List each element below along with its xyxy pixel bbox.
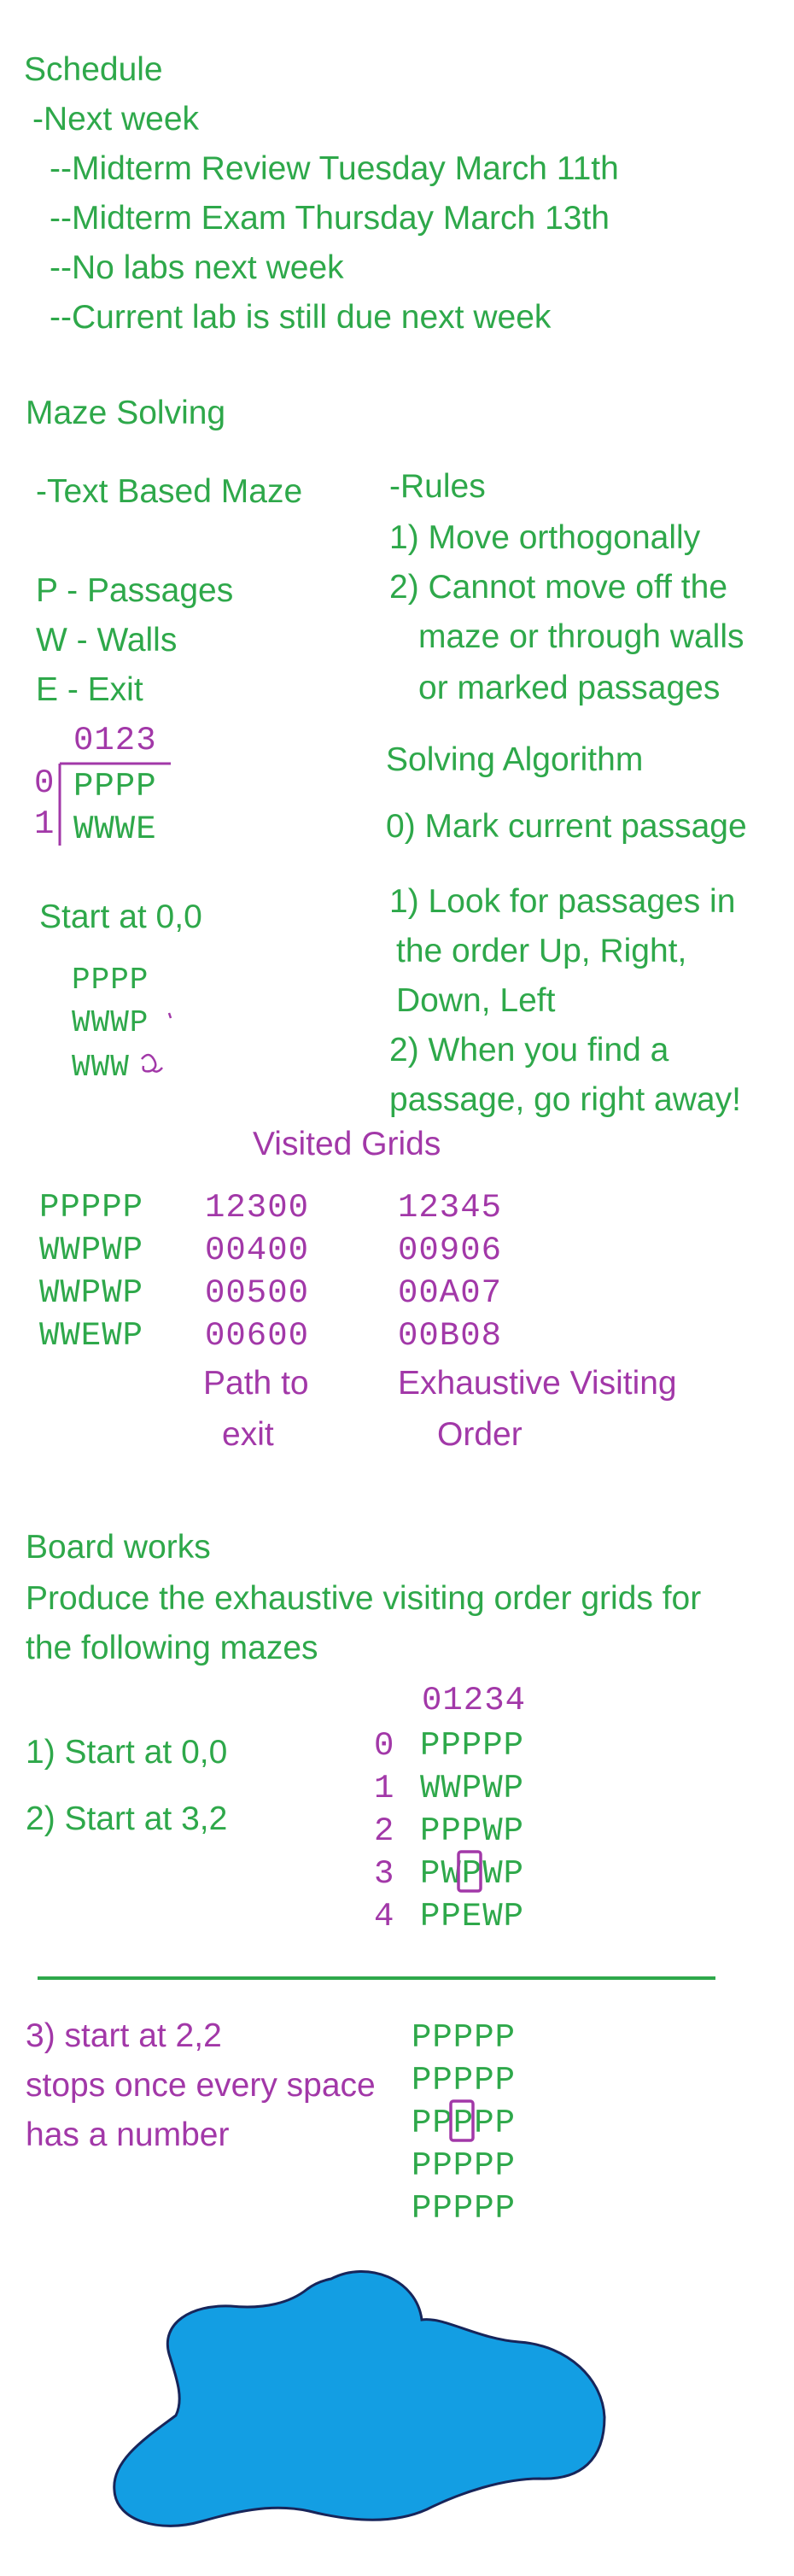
ink-annotations <box>38 762 715 2527</box>
start-cell-marker <box>449 2099 475 2142</box>
blue-blob-drawing <box>113 2270 606 2527</box>
sketch-scribble <box>141 1053 163 1073</box>
maze-bracket <box>58 762 171 846</box>
start-cell-marker <box>457 1850 482 1893</box>
sketch-scribble <box>167 1012 172 1019</box>
